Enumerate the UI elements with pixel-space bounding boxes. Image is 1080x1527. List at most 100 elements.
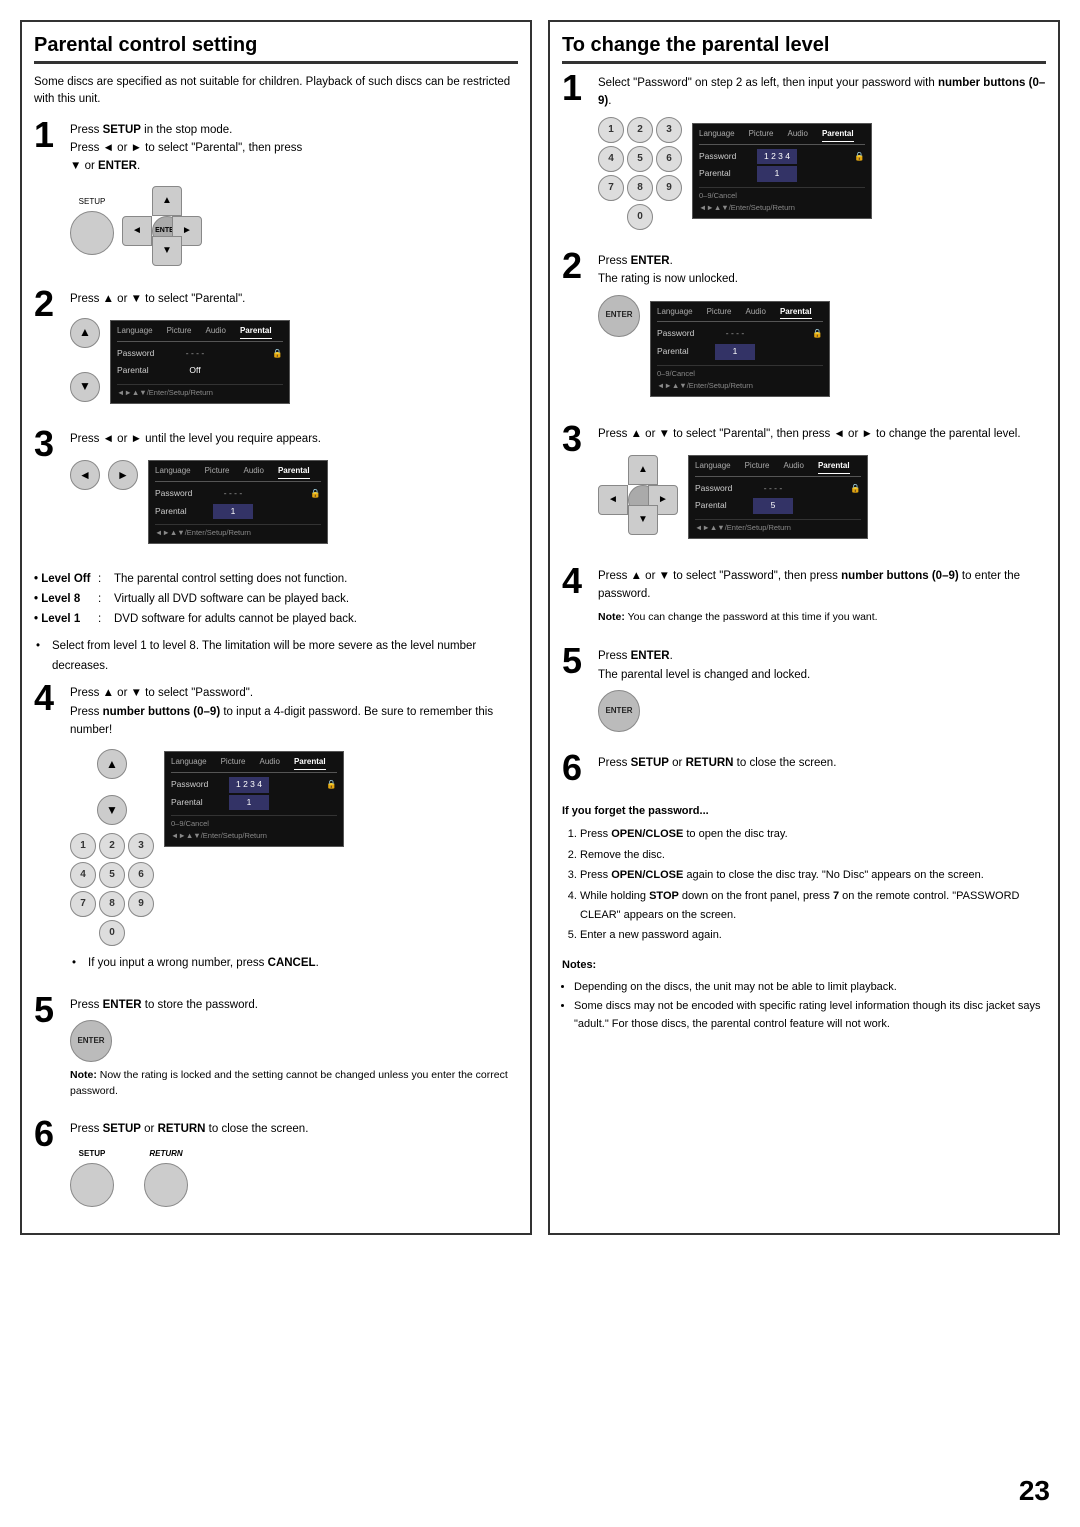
step-number-2: 2 (34, 286, 62, 322)
r-mh-lang: Language (699, 128, 735, 142)
level-1-key: • Level 1 (34, 610, 94, 630)
menu-val-pw-dash-s3: - - - - (213, 486, 253, 502)
ml-lock-s4: 🔒 (326, 778, 337, 792)
right-step-2: 2 Press ENTER. The rating is now unlocke… (562, 252, 1046, 409)
step-number-3: 3 (34, 426, 62, 462)
r-enter-wrap-s5: ENTER (598, 690, 1046, 732)
right-step-6: 6 Press SETUP or RETURN to close the scr… (562, 754, 1046, 786)
r-step-1-content: Select "Password" on step 2 as left, the… (598, 74, 1046, 236)
num-3: 3 (128, 833, 154, 859)
level-off-row: • Level Off : The parental control setti… (34, 570, 518, 590)
r-mv-dash-s2: - - - - (715, 326, 755, 342)
lr-arrows-step3: ◄ ► (70, 460, 138, 490)
r-mh-lang-s3: Language (695, 460, 731, 474)
r-step-6-content: Press SETUP or RETURN to close the scree… (598, 754, 1046, 772)
h2-s4: ◄►▲▼/Enter/Setup/Return (171, 830, 337, 842)
r-num-1: 1 (598, 117, 624, 143)
step-number-4: 4 (34, 680, 62, 716)
forget-step-4: While holding STOP down on the front pan… (580, 887, 1046, 924)
r-num-4: 4 (598, 146, 624, 172)
enter-btn-wrap-s5: ENTER (70, 1020, 518, 1062)
r-ml-pw-s3: Password (695, 482, 747, 496)
r-mv-dash-s3: - - - - (753, 481, 793, 497)
r-step-2-content: Press ENTER. The rating is now unlocked.… (598, 252, 1046, 409)
r-ml-pw-s2: Password (657, 327, 709, 341)
ml-pw-s4: Password (171, 778, 223, 792)
num-4: 4 (70, 862, 96, 888)
right-step-1: 1 Select "Password" on step 2 as left, t… (562, 74, 1046, 236)
num-2: 2 (99, 833, 125, 859)
step-5-line: Press ENTER to store the password. (70, 996, 518, 1014)
step-1-content: Press SETUP in the stop mode. Press ◄ or… (70, 121, 518, 276)
left-section: Parental control setting Some discs are … (20, 20, 532, 1235)
menu-parental-active: Parental (240, 325, 272, 339)
r-ml-pw-s1: Password (699, 150, 751, 164)
num-1: 1 (70, 833, 96, 859)
step-number-1: 1 (34, 117, 62, 153)
left-step-2: 2 Press ▲ or ▼ to select "Parental". ▲ ▼… (34, 290, 518, 416)
forget-step-5: Enter a new password again. (580, 926, 1046, 945)
enter-button-s5: ENTER (70, 1020, 112, 1062)
r-h1-s3: ◄►▲▼/Enter/Setup/Return (695, 522, 861, 534)
step-3-controls: ◄ ► Language Picture Audio Parental Pass… (70, 454, 518, 550)
level-off-key: • Level Off (34, 570, 94, 590)
mr-par-s4: Parental 1 (171, 794, 337, 812)
hint-s3: ◄►▲▼/Enter/Setup/Return (155, 527, 321, 539)
menu-picture: Picture (167, 325, 192, 339)
menu-lock-step2: 🔒 (272, 347, 283, 361)
left-step-3: 3 Press ◄ or ► until the level you requi… (34, 430, 518, 556)
return-footer: RETURN (144, 1148, 188, 1207)
num-5: 5 (99, 862, 125, 888)
intro-text: Some discs are specified as not suitable… (34, 74, 518, 109)
r-mr-par-s1: Parental 1 (699, 165, 865, 183)
menu-row-password-step3: Password - - - - 🔒 (155, 485, 321, 503)
right-section: To change the parental level 1 Select "P… (548, 20, 1060, 1235)
step-4-line-2: Press number buttons (0–9) to input a 4-… (70, 703, 518, 740)
r-enter-s2: ENTER (598, 295, 640, 337)
menu-pic-s3: Picture (205, 465, 230, 479)
notes-section: Notes: Depending on the discs, the unit … (562, 957, 1046, 1033)
r-num-8: 8 (627, 175, 653, 201)
r-mh-par-s2: Parental (780, 306, 812, 320)
level-8-key: • Level 8 (34, 590, 94, 610)
note-2: Some discs may not be encoded with speci… (574, 998, 1046, 1033)
forget-step-1: Press OPEN/CLOSE to open the disc tray. (580, 825, 1046, 844)
right-title: To change the parental level (562, 34, 1046, 64)
r-step-number-4: 4 (562, 563, 590, 599)
r-h2-s2: ◄►▲▼/Enter/Setup/Return (657, 380, 823, 392)
level-1-sep: : (98, 610, 110, 630)
r-mv-par-1: 1 (757, 166, 797, 182)
step-5-content: Press ENTER to store the password. ENTER… (70, 996, 518, 1106)
r-mh-pic: Picture (749, 128, 774, 142)
r-num-9: 9 (656, 175, 682, 201)
r-mh-audio-s3: Audio (784, 460, 804, 474)
step-1-line-1: Press SETUP in the stop mode. (70, 121, 518, 139)
left-step-5: 5 Press ENTER to store the password. ENT… (34, 996, 518, 1106)
level-off-desc: The parental control setting does not fu… (114, 570, 347, 590)
level-1-desc: DVD software for adults cannot be played… (114, 610, 357, 630)
step-3-content: Press ◄ or ► until the level you require… (70, 430, 518, 556)
page-number: 23 (1019, 1475, 1050, 1507)
menu-step2: Language Picture Audio Parental Password… (110, 320, 290, 404)
level-8-sep: : (98, 590, 110, 610)
r-step-4-line: Press ▲ or ▼ to select "Password", then … (598, 567, 1046, 604)
r-mr-pw-s2: Password - - - - 🔒 (657, 325, 823, 343)
r-dpad-left-s3: ◄ (598, 485, 628, 515)
menu-label-pw-s3: Password (155, 487, 207, 501)
up-s4: ▲ (97, 749, 127, 779)
r-mr-par-s2: Parental 1 (657, 343, 823, 361)
r-ml-lock-s1: 🔒 (854, 150, 865, 164)
menu-label-par-s3: Parental (155, 505, 207, 519)
forget-title: If you forget the password... (562, 802, 1046, 821)
wrong-number-note: If you input a wrong number, press CANCE… (80, 954, 518, 974)
r-mh-s3: Language Picture Audio Parental (695, 460, 861, 477)
right-arrow-step3: ► (108, 460, 138, 490)
menu-row-parental-step2: Parental Off (117, 362, 283, 380)
r-menu-step3: Language Picture Audio Parental Password… (688, 455, 868, 539)
r-step-1-controls: 1 2 3 4 5 6 7 8 9 0 Language (598, 117, 1046, 230)
r-h1-s2: 0–9/Cancel (657, 368, 823, 380)
menu-header-s4: Language Picture Audio Parental (171, 756, 337, 773)
left-step-1: 1 Press SETUP in the stop mode. Press ◄ … (34, 121, 518, 276)
left-step-4: 4 Press ▲ or ▼ to select "Password". Pre… (34, 684, 518, 982)
r-mhint-s3: ◄►▲▼/Enter/Setup/Return (695, 519, 861, 534)
